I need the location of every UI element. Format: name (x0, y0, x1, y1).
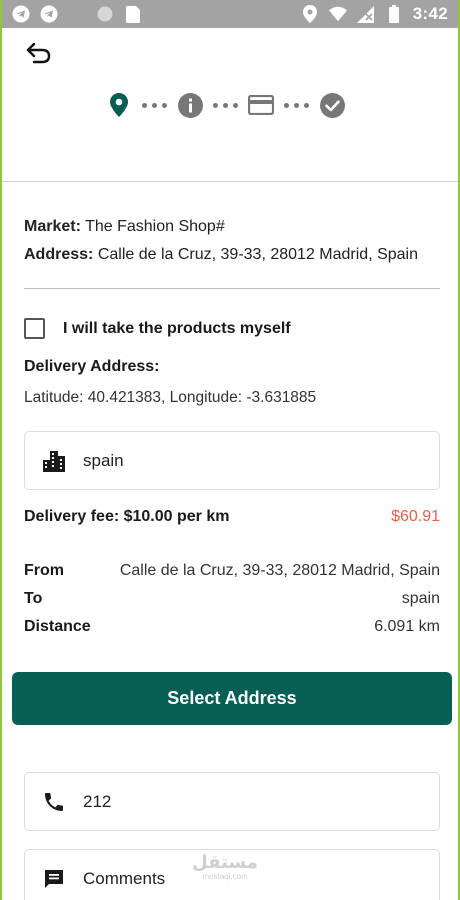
route-to-label: To (24, 590, 43, 607)
phone-icon (41, 789, 67, 815)
market-value: The Fashion Shop# (85, 218, 225, 235)
sim-icon (124, 5, 142, 23)
watermark-latin: mostaql.com (202, 872, 248, 881)
route-distance-value: 6.091 km (374, 618, 440, 635)
check-circle-icon (319, 92, 345, 118)
route-distance-label: Distance (24, 618, 91, 635)
delivery-coordinates: Latitude: 40.421383, Longitude: -3.63188… (24, 389, 317, 406)
signal-icon (357, 5, 375, 23)
phone-field[interactable]: 212 (24, 772, 440, 831)
status-left-icons (12, 5, 142, 23)
comment-icon (41, 866, 67, 892)
address-line: Address: Calle de la Cruz, 39-33, 28012 … (24, 246, 418, 264)
building-icon (41, 448, 67, 474)
delivery-address-value: spain (83, 450, 124, 470)
watermark-logo: مستقل mostaql.com (192, 852, 258, 882)
market-label: Market: (24, 218, 81, 235)
market-line: Market: The Fashion Shop# (24, 218, 225, 236)
address-value: Calle de la Cruz, 39-33, 28012 Madrid, S… (97, 246, 418, 263)
address-label: Address: (24, 246, 94, 263)
pickup-checkbox-row[interactable]: I will take the products myself (24, 318, 291, 339)
route-distance-row: Distance 6.091 km (24, 618, 440, 636)
credit-card-icon (248, 92, 274, 118)
status-right-icons: 3:42 (301, 4, 448, 24)
route-to-row: To spain (24, 590, 440, 608)
delivery-address-title: Delivery Address: (24, 358, 160, 375)
comments-placeholder: Comments (83, 869, 166, 888)
info-icon (177, 92, 203, 118)
pickup-checkbox-label: I will take the products myself (63, 319, 291, 337)
telegram-icon (40, 5, 58, 23)
watermark-arabic: مستقل (192, 852, 258, 873)
route-from-value: Calle de la Cruz, 39-33, 28012 Madrid, S… (119, 562, 440, 579)
step-connector (284, 102, 309, 108)
section-divider (24, 288, 440, 289)
back-button[interactable] (24, 40, 54, 70)
header-divider (2, 181, 458, 182)
circle-icon (96, 5, 114, 23)
status-time: 3:42 (412, 4, 448, 23)
route-to-value: spain (401, 590, 440, 607)
phone-value: 212 (83, 791, 112, 811)
step-connector (142, 102, 167, 108)
battery-icon (385, 5, 403, 23)
route-from-row: From Calle de la Cruz, 39-33, 28012 Madr… (24, 562, 440, 580)
telegram-icon (12, 5, 30, 23)
status-bar: 3:42 (2, 0, 458, 28)
delivery-fee-label: Delivery fee: $10.00 per km (24, 508, 230, 525)
delivery-address-field[interactable]: spain (24, 431, 440, 490)
location-icon (301, 5, 319, 23)
step-connector (213, 102, 238, 108)
delivery-fee-row: Delivery fee: $10.00 per km $60.91 (24, 508, 440, 526)
location-pin-icon (106, 92, 132, 118)
select-address-button[interactable]: Select Address (12, 672, 452, 725)
delivery-fee-amount: $60.91 (391, 508, 440, 525)
route-from-label: From (24, 562, 64, 579)
pickup-checkbox[interactable] (24, 318, 45, 339)
wifi-icon (328, 5, 347, 23)
checkout-stepper (106, 90, 345, 120)
undo-arrow-icon (26, 42, 52, 69)
